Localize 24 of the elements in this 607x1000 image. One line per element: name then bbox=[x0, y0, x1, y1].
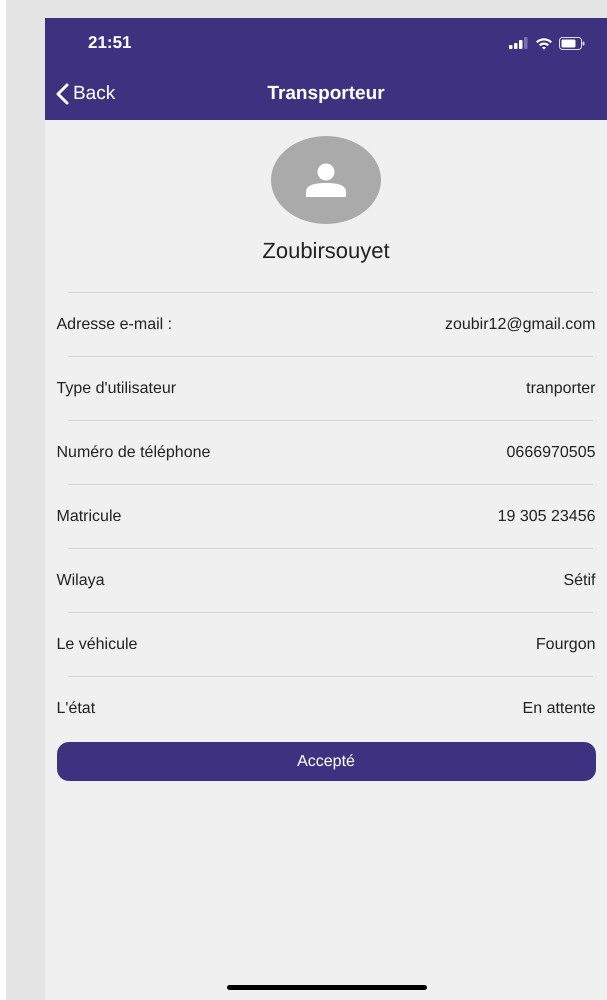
field-label: Matricule bbox=[56, 508, 122, 526]
field-value: zoubir12@gmail.com bbox=[444, 316, 596, 334]
user-name: Zoubirsouyet bbox=[262, 238, 390, 264]
chevron-left-icon bbox=[55, 83, 69, 105]
battery-icon bbox=[559, 36, 585, 50]
field-value: tranporter bbox=[526, 380, 596, 398]
screen-title: Transporteur bbox=[267, 83, 385, 105]
field-value: En attente bbox=[522, 700, 596, 718]
field-label: Adresse e-mail : bbox=[56, 316, 172, 334]
status-time: 21:51 bbox=[88, 33, 132, 53]
field-label: Numéro de téléphone bbox=[56, 444, 210, 462]
field-value: 19 305 23456 bbox=[498, 508, 596, 526]
accept-button[interactable]: Accepté bbox=[56, 742, 596, 781]
wifi-icon bbox=[535, 36, 553, 50]
signal-icon bbox=[509, 37, 529, 49]
person-icon bbox=[305, 163, 347, 197]
field-label: Wilaya bbox=[56, 572, 105, 590]
back-button[interactable]: Back bbox=[45, 83, 116, 105]
field-label: L'état bbox=[56, 700, 96, 718]
field-label: Le véhicule bbox=[56, 636, 138, 654]
field-value: Fourgon bbox=[536, 636, 596, 654]
field-value: 0666970505 bbox=[506, 444, 596, 462]
field-value: Sétif bbox=[563, 572, 596, 590]
field-label: Type d'utilisateur bbox=[56, 380, 176, 398]
